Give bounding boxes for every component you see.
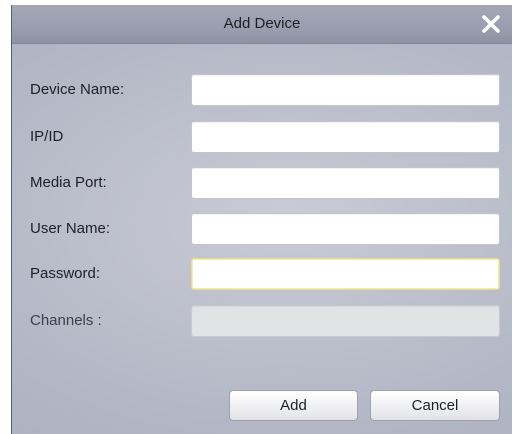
device-name-input[interactable] (191, 74, 500, 106)
dialog-title: Add Device (223, 15, 301, 32)
cancel-button[interactable]: Cancel (370, 390, 500, 421)
password-row: Password: (12, 258, 512, 290)
ip-id-label: IP/ID (30, 128, 64, 145)
dialog-titlebar[interactable]: Add Device (12, 5, 512, 44)
add-button[interactable]: Add (229, 390, 358, 421)
user-name-row: User Name: (12, 213, 512, 245)
channels-label: Channels : (30, 312, 102, 329)
channels-input (191, 305, 500, 337)
channels-row: Channels : (12, 305, 512, 337)
media-port-label: Media Port: (30, 174, 107, 191)
ip-id-row: IP/ID (12, 121, 512, 153)
media-port-input[interactable] (191, 167, 500, 199)
add-device-dialog: Add Device Device Name: IP/ID Media Port… (11, 5, 512, 434)
close-icon[interactable] (478, 11, 504, 37)
user-name-label: User Name: (30, 220, 111, 237)
ip-id-input[interactable] (191, 121, 500, 153)
device-name-row: Device Name: (12, 74, 512, 106)
password-label: Password: (30, 265, 101, 282)
media-port-row: Media Port: (12, 167, 512, 199)
user-name-input[interactable] (191, 213, 500, 245)
password-input[interactable] (191, 258, 500, 290)
device-name-label: Device Name: (30, 81, 125, 98)
